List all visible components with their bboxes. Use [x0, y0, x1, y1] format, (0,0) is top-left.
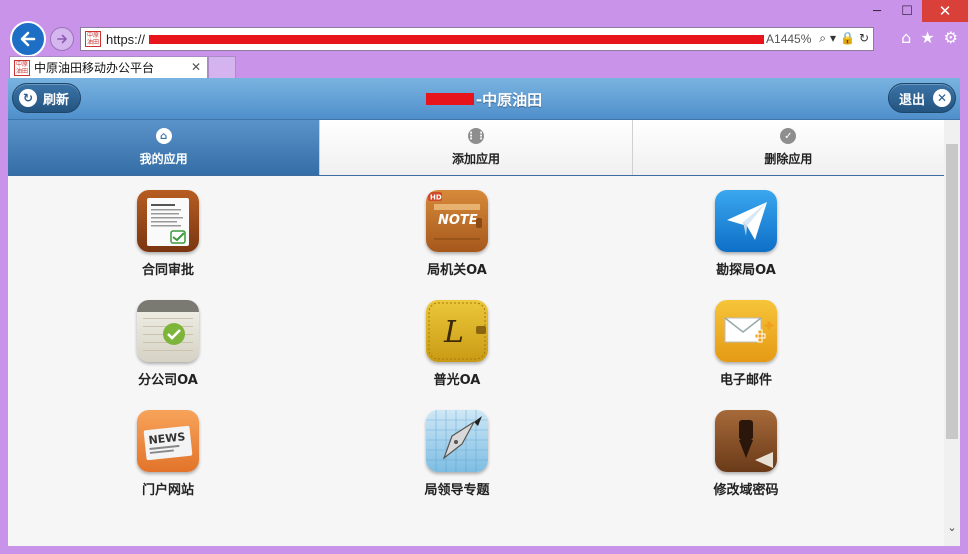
app-header: -中原油田 ↻ 刷新 退出 ✕	[8, 78, 960, 120]
tab-strip: 中原油田 中原油田移动办公平台 ✕	[0, 56, 968, 78]
vertical-scrollbar[interactable]: ⌄	[944, 120, 960, 546]
url-redaction	[149, 34, 765, 44]
app-portal[interactable]: NEWS 门户网站	[78, 410, 258, 498]
forward-button[interactable]	[50, 27, 74, 51]
app-label: 电子邮件	[719, 373, 772, 388]
url-suffix: A1445%	[766, 32, 812, 46]
app-puguang-oa[interactable]: L 普光OA	[367, 300, 547, 388]
app-email[interactable]: 电子邮件	[656, 300, 836, 388]
app-label: 门户网站	[141, 483, 194, 498]
tab-add-apps[interactable]: ⋮⋮ 添加应用	[320, 120, 633, 175]
url-prefix: https://	[106, 31, 146, 47]
app-label: 勘探局OA	[716, 263, 776, 278]
app-label: 局领导专题	[424, 483, 490, 498]
svg-text:HD: HD	[430, 194, 442, 202]
notepad-check-icon	[137, 300, 199, 362]
app-branch-oa[interactable]: 分公司OA	[78, 300, 258, 388]
refresh-button[interactable]: ↻ 刷新	[12, 83, 81, 113]
favorites-star-icon[interactable]: ★	[920, 29, 934, 47]
navigation-bar: 中原油田 https:// A1445% ⌕ ▾ 🔒 ↻ ⌂ ★ ⚙	[0, 20, 968, 57]
dropdown-icon[interactable]: ▾	[830, 31, 836, 46]
svg-text:L: L	[443, 315, 464, 350]
app-label: 修改域密码	[713, 483, 779, 498]
page-viewport: -中原油田 ↻ 刷新 退出 ✕ ⌂ 我的应用 ⋮⋮ 添加应用 ✓ 删除应用 合同…	[8, 78, 960, 546]
app-contract-approval[interactable]: 合同审批	[78, 190, 258, 278]
news-icon: NEWS	[137, 410, 199, 472]
app-label: 合同审批	[141, 263, 194, 278]
browser-tab[interactable]: 中原油田 中原油田移动办公平台 ✕	[9, 56, 208, 78]
tab-close-icon[interactable]: ✕	[191, 60, 201, 74]
search-icon[interactable]: ⌕	[819, 31, 826, 46]
minimize-button[interactable]: ─	[862, 0, 892, 22]
logout-label: 退出	[899, 92, 926, 108]
forward-arrow-icon	[57, 34, 67, 44]
home-icon[interactable]: ⌂	[901, 29, 911, 47]
site-favicon: 中原油田	[85, 31, 101, 47]
new-tab-button[interactable]	[208, 56, 236, 78]
lock-icon[interactable]: 🔒	[840, 31, 855, 46]
refresh-label: 刷新	[43, 92, 70, 108]
check-icon: ✓	[780, 128, 797, 144]
app-label: 分公司OA	[138, 373, 198, 388]
leather-notebook-icon: L	[426, 300, 488, 362]
maximize-button[interactable]: ☐	[892, 0, 922, 22]
address-icons: ⌕ ▾ 🔒 ↻	[819, 31, 869, 46]
tab-delete-apps[interactable]: ✓ 删除应用	[632, 120, 944, 175]
app-grid: 合同审批 HD NOTE 局机关OA 勘探局OA 分公司OA L 普光OA 电子…	[8, 176, 944, 546]
app-exploration-oa[interactable]: 勘探局OA	[656, 190, 836, 278]
refresh-page-icon[interactable]: ↻	[859, 31, 869, 46]
scroll-down-icon[interactable]: ⌄	[944, 520, 960, 536]
back-arrow-icon	[20, 31, 36, 47]
title-redaction	[425, 93, 474, 105]
app-bureau-oa[interactable]: HD NOTE 局机关OA	[367, 190, 547, 278]
paper-plane-icon	[715, 190, 777, 252]
segment-tabs: ⌂ 我的应用 ⋮⋮ 添加应用 ✓ 删除应用	[8, 120, 944, 176]
app-label: 普光OA	[433, 373, 481, 388]
browser-toolbar-icons: ⌂ ★ ⚙	[901, 29, 958, 47]
page-title: -中原油田	[8, 78, 960, 120]
app-change-password[interactable]: 修改域密码	[656, 410, 836, 498]
close-icon: ✕	[933, 89, 952, 107]
refresh-icon: ↻	[19, 89, 37, 107]
tab-my-apps[interactable]: ⌂ 我的应用	[8, 120, 321, 175]
tab-title: 中原油田移动办公平台	[34, 61, 155, 75]
logout-button[interactable]: 退出 ✕	[888, 83, 956, 113]
window-controls: ─ ☐ ✕	[862, 0, 968, 22]
password-pen-icon	[715, 410, 777, 472]
close-window-button[interactable]: ✕	[922, 0, 968, 22]
tab-label: 添加应用	[451, 152, 500, 166]
back-button[interactable]	[10, 21, 46, 57]
svg-text:NOTE: NOTE	[438, 213, 478, 228]
address-bar[interactable]: 中原油田 https:// A1445% ⌕ ▾ 🔒 ↻	[80, 27, 874, 51]
pen-nib-icon	[426, 410, 488, 472]
tab-label: 我的应用	[139, 152, 188, 166]
note-icon: HD NOTE	[426, 190, 488, 252]
grid-icon: ⋮⋮	[466, 128, 486, 144]
page-title-text: -中原油田	[475, 90, 543, 109]
scroll-thumb[interactable]	[946, 144, 958, 439]
home-icon: ⌂	[155, 128, 172, 144]
settings-gear-icon[interactable]: ⚙	[944, 29, 958, 47]
app-label: 局机关OA	[427, 263, 487, 278]
app-leadership-topics[interactable]: 局领导专题	[367, 410, 547, 498]
tab-label: 删除应用	[764, 152, 813, 166]
contract-icon	[137, 190, 199, 252]
mail-icon	[715, 300, 777, 362]
browser-window: ─ ☐ ✕ 中原油田 https:// A1445% ⌕ ▾ 🔒 ↻ ⌂ ★ ⚙…	[0, 0, 968, 554]
tab-favicon: 中原油田	[14, 59, 30, 76]
